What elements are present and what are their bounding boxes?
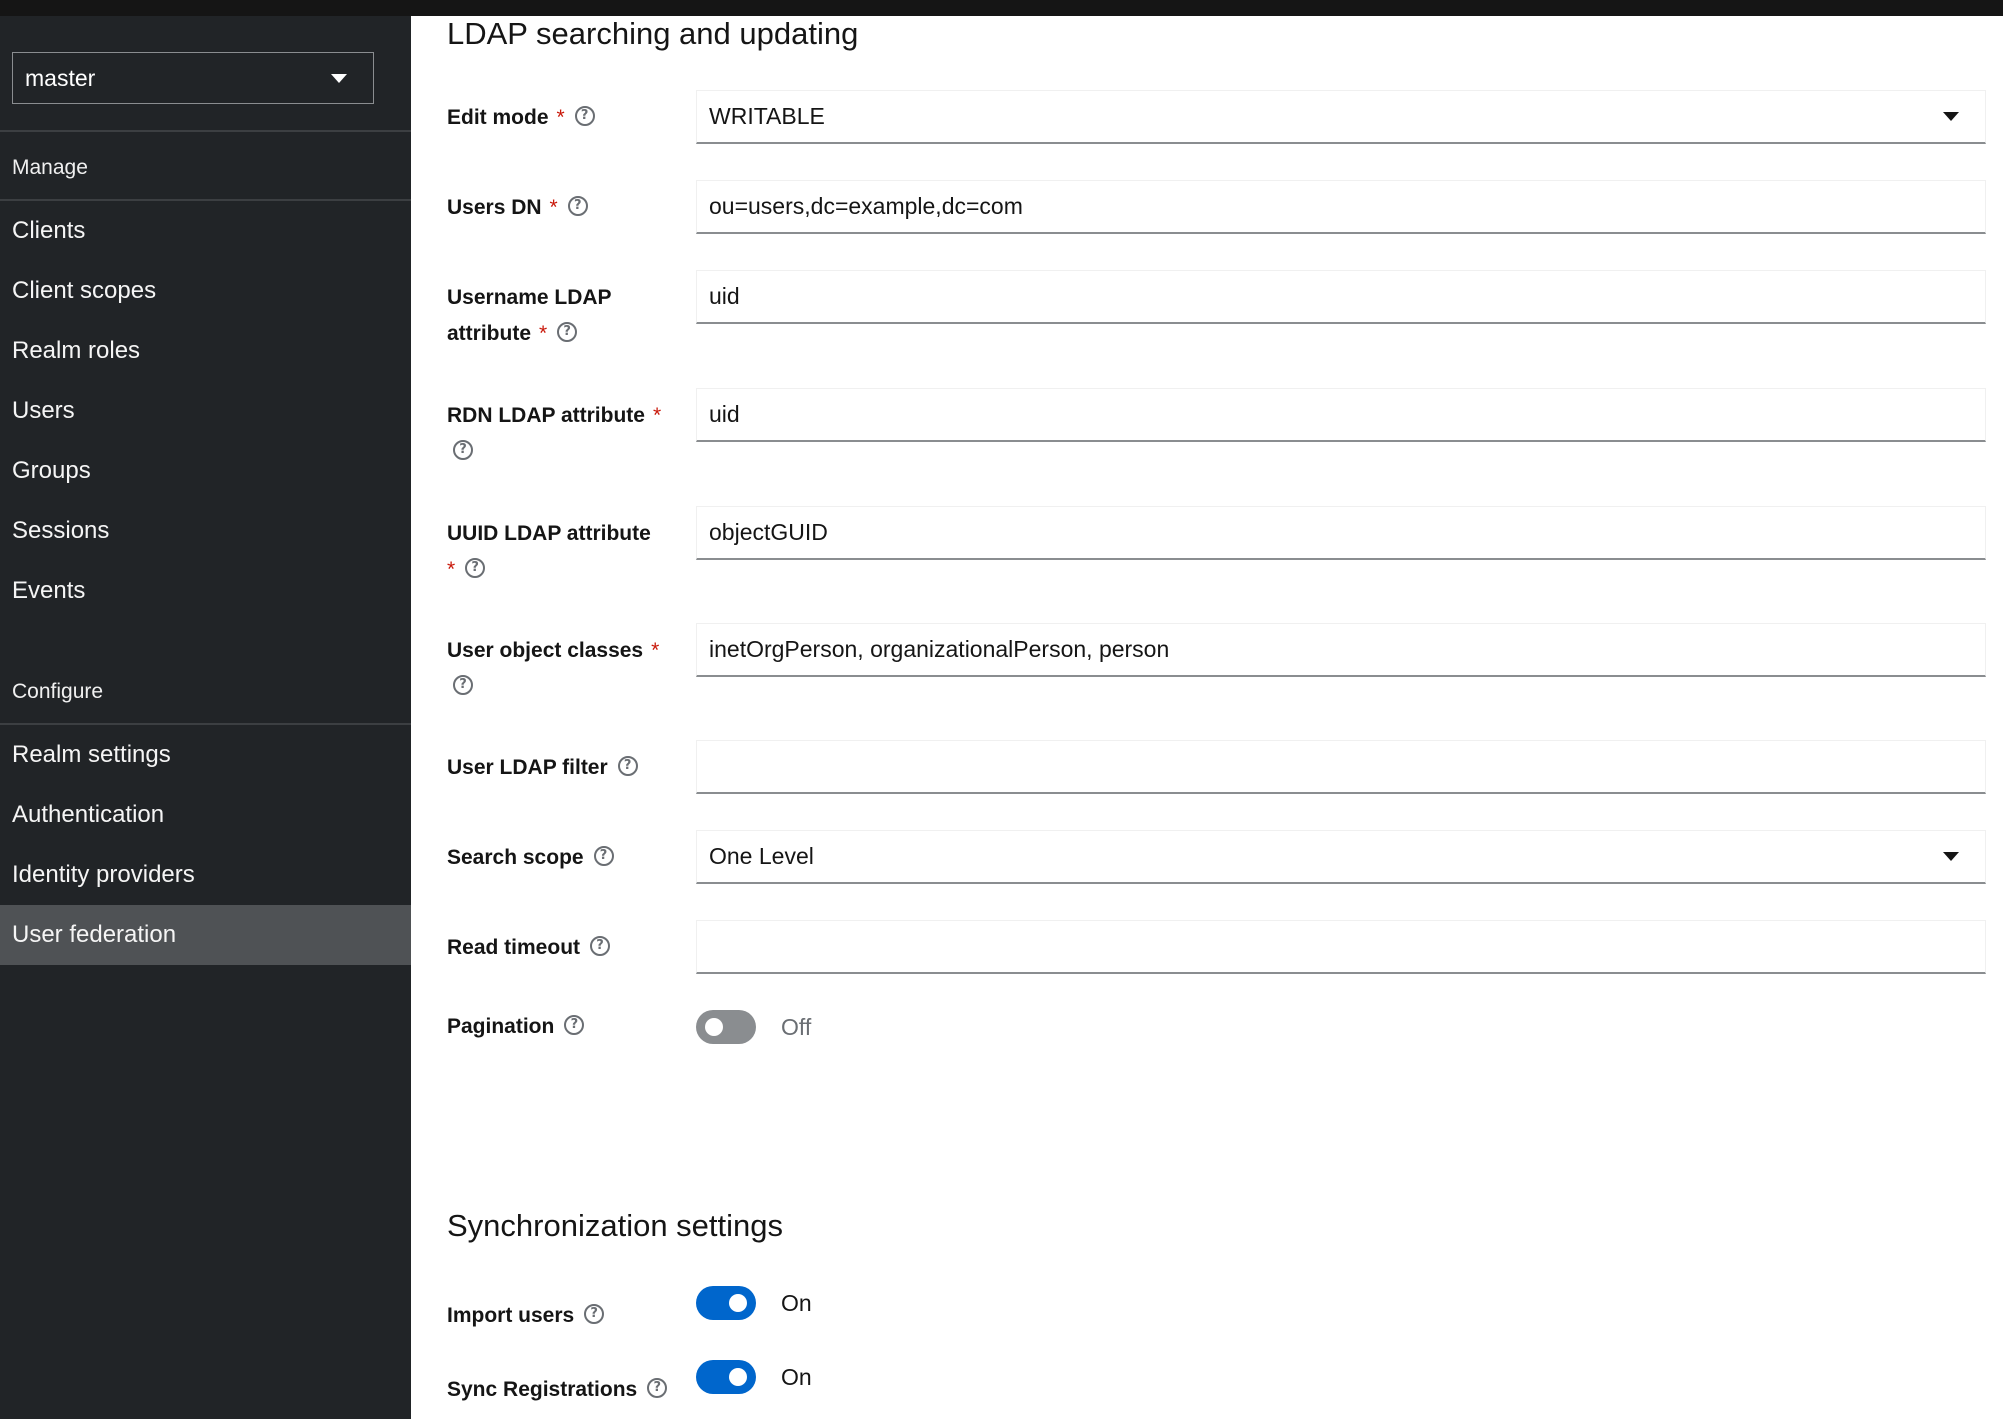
chevron-down-icon	[1943, 112, 1959, 121]
nav-section-manage: Manage	[12, 156, 88, 179]
users-dn-label: Users DN *?	[447, 190, 677, 226]
user-object-classes-label-text: User object classes	[447, 639, 644, 662]
toggle-knob	[729, 1294, 747, 1312]
username-ldap-attribute-label-line2: attribute	[447, 322, 531, 345]
realm-selector[interactable]: master	[12, 52, 374, 104]
edit-mode-label: Edit mode *?	[447, 100, 677, 136]
required-marker: *	[652, 404, 662, 427]
help-icon[interactable]: ?	[574, 106, 595, 127]
read-timeout-input[interactable]	[696, 920, 1986, 974]
user-ldap-filter-label: User LDAP filter?	[447, 750, 677, 786]
import-users-label: Import users?	[447, 1298, 677, 1334]
user-ldap-filter-label-text: User LDAP filter	[447, 756, 608, 779]
help-icon[interactable]: ?	[590, 936, 611, 957]
sync-registrations-toggle-state: On	[781, 1364, 812, 1390]
required-marker: *	[651, 639, 660, 662]
edit-mode-label-text: Edit mode	[447, 106, 549, 129]
import-users-toggle-state: On	[781, 1290, 812, 1316]
search-scope-select[interactable]: One Level	[696, 830, 1986, 884]
help-icon[interactable]: ?	[564, 1015, 585, 1036]
username-ldap-attribute-input[interactable]	[696, 270, 1986, 324]
import-users-label-text: Import users	[447, 1304, 575, 1327]
required-marker: *	[549, 196, 558, 219]
pagination-label: Pagination?	[447, 1009, 677, 1045]
sidebar-item-users[interactable]: Users	[0, 381, 411, 441]
edit-mode-select[interactable]: WRITABLE	[696, 90, 1986, 144]
help-icon[interactable]: ?	[567, 196, 588, 217]
toggle-knob	[729, 1368, 747, 1386]
import-users-toggle[interactable]	[696, 1286, 756, 1320]
help-icon[interactable]: ?	[453, 440, 473, 461]
help-icon[interactable]: ?	[593, 846, 614, 867]
pagination-toggle[interactable]	[696, 1010, 756, 1044]
sidebar-item-events[interactable]: Events	[0, 561, 411, 621]
section-title-sync: Synchronization settings	[447, 1208, 784, 1243]
sidebar: master Manage Clients Client scopes Real…	[0, 16, 411, 1419]
chevron-down-icon	[331, 74, 347, 83]
username-ldap-attribute-label: Username LDAP attribute *?	[447, 280, 677, 352]
sidebar-divider	[0, 130, 411, 132]
sidebar-item-client-scopes[interactable]: Client scopes	[0, 261, 411, 321]
section-title-ldap: LDAP searching and updating	[447, 16, 859, 51]
search-scope-label: Search scope?	[447, 840, 677, 876]
help-icon[interactable]: ?	[557, 322, 578, 343]
sync-registrations-toggle[interactable]	[696, 1360, 756, 1394]
sidebar-item-groups[interactable]: Groups	[0, 441, 411, 501]
required-marker: *	[556, 106, 565, 129]
user-ldap-filter-input[interactable]	[696, 740, 1986, 794]
users-dn-input[interactable]	[696, 180, 1986, 234]
read-timeout-label-text: Read timeout	[447, 936, 581, 959]
search-scope-value: One Level	[709, 843, 814, 869]
users-dn-label-text: Users DN	[447, 196, 542, 219]
edit-mode-value: WRITABLE	[709, 103, 825, 129]
main-content: LDAP searching and updating Edit mode *? …	[411, 16, 2003, 1419]
read-timeout-label: Read timeout?	[447, 930, 677, 966]
pagination-label-text: Pagination	[447, 1015, 555, 1038]
toggle-knob	[705, 1018, 723, 1036]
sync-registrations-label-text: Sync Registrations	[447, 1378, 638, 1401]
uuid-ldap-attribute-input[interactable]	[696, 506, 1986, 560]
uuid-ldap-attribute-label-text: UUID LDAP attribute	[447, 522, 651, 545]
rdn-ldap-attribute-label: RDN LDAP attribute * ?	[447, 398, 677, 470]
sync-registrations-label: Sync Registrations?	[447, 1372, 677, 1408]
username-ldap-attribute-label-line1: Username LDAP	[447, 286, 612, 309]
sidebar-item-realm-roles[interactable]: Realm roles	[0, 321, 411, 381]
sidebar-item-realm-settings[interactable]: Realm settings	[0, 725, 411, 785]
help-icon[interactable]: ?	[465, 558, 486, 579]
sidebar-item-user-federation[interactable]: User federation	[0, 905, 411, 965]
top-bar	[0, 0, 2003, 16]
pagination-toggle-state: Off	[781, 1014, 812, 1040]
sidebar-item-identity-providers[interactable]: Identity providers	[0, 845, 411, 905]
required-marker: *	[539, 322, 548, 345]
user-object-classes-label: User object classes * ?	[447, 633, 677, 705]
help-icon[interactable]: ?	[617, 756, 638, 777]
help-icon[interactable]: ?	[647, 1378, 668, 1399]
user-object-classes-input[interactable]	[696, 623, 1986, 677]
required-marker: *	[447, 558, 456, 581]
search-scope-label-text: Search scope	[447, 846, 584, 869]
uuid-ldap-attribute-label: UUID LDAP attribute *?	[447, 516, 677, 588]
sidebar-item-sessions[interactable]: Sessions	[0, 501, 411, 561]
rdn-ldap-attribute-label-text: RDN LDAP attribute	[447, 404, 645, 427]
sidebar-item-authentication[interactable]: Authentication	[0, 785, 411, 845]
sidebar-item-clients[interactable]: Clients	[0, 201, 411, 261]
help-icon[interactable]: ?	[584, 1304, 605, 1325]
rdn-ldap-attribute-input[interactable]	[696, 388, 1986, 442]
nav-section-configure: Configure	[12, 680, 104, 703]
chevron-down-icon	[1943, 852, 1959, 861]
help-icon[interactable]: ?	[453, 675, 473, 696]
realm-selector-value: master	[25, 64, 96, 91]
